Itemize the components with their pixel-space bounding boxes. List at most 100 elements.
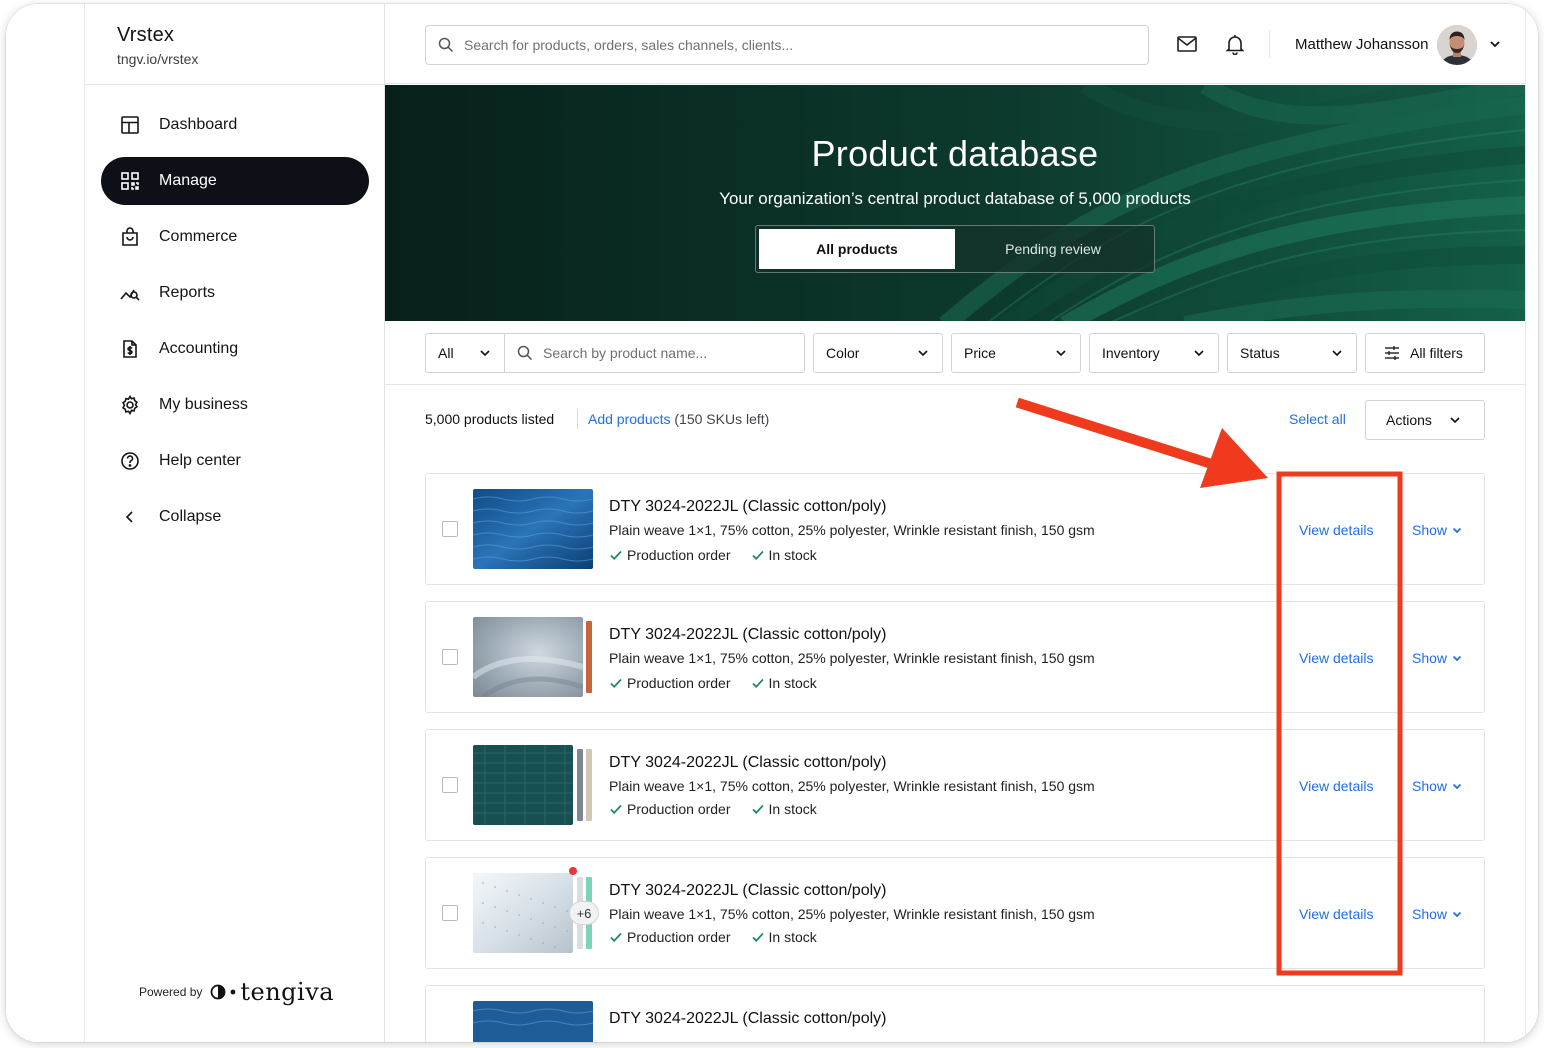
row-checkbox[interactable] <box>442 777 458 793</box>
list-header: 5,000 products listed Add products (150 … <box>385 385 1525 453</box>
topbar-separator <box>1269 30 1270 58</box>
sidebar-item-commerce[interactable]: Commerce <box>101 213 369 261</box>
tag-production-order: Production order <box>609 675 731 691</box>
scope-select[interactable]: All <box>425 333 505 373</box>
skus-left: (150 SKUs left) <box>674 411 770 427</box>
mail-icon[interactable] <box>1175 32 1199 56</box>
sidebar-item-dashboard[interactable]: Dashboard <box>101 101 369 149</box>
hero-banner: Product database Your organization’s cen… <box>385 85 1525 321</box>
more-variants-badge[interactable]: +6 <box>569 901 599 925</box>
sidebar-item-label: My business <box>159 396 248 413</box>
product-thumbnail[interactable] <box>473 489 593 569</box>
view-details-link[interactable]: View details <box>1299 906 1373 922</box>
show-dropdown[interactable]: Show <box>1412 906 1463 922</box>
select-all-link[interactable]: Select all <box>1289 411 1346 427</box>
sidebar-item-label: Reports <box>159 284 216 301</box>
view-details-link[interactable]: View details <box>1299 522 1373 538</box>
tag-label: In stock <box>768 929 817 945</box>
dollar-document-icon <box>119 338 141 360</box>
chevron-down-icon <box>1450 417 1460 424</box>
chevron-down-icon <box>1332 350 1342 357</box>
global-search[interactable] <box>425 25 1149 65</box>
product-title[interactable]: DTY 3024-2022JL (Classic cotton/poly) <box>609 626 886 644</box>
user-name[interactable]: Matthew Johansson <box>1295 36 1428 53</box>
sidebar-item-help-center[interactable]: Help center <box>101 437 369 485</box>
product-list: DTY 3024-2022JL (Classic cotton/poly) Pl… <box>385 453 1525 1042</box>
product-thumbnail[interactable] <box>473 617 593 697</box>
product-title[interactable]: DTY 3024-2022JL (Classic cotton/poly) <box>609 882 886 900</box>
product-row: DTY 3024-2022JL (Classic cotton/poly) Pl… <box>425 601 1485 713</box>
view-details-link[interactable]: View details <box>1299 778 1373 794</box>
grid-icon <box>119 170 141 192</box>
fabric-swatch-image <box>473 489 593 569</box>
product-row: DTY 3024-2022JL (Classic cotton/poly) Pl… <box>425 729 1485 841</box>
tengiva-logo-mark <box>210 984 236 1000</box>
add-products-link[interactable]: Add products <box>588 411 671 427</box>
tab-all-products[interactable]: All products <box>759 229 955 269</box>
actions-dropdown[interactable]: Actions <box>1365 400 1485 440</box>
row-checkbox[interactable] <box>442 521 458 537</box>
tengiva-logo: tengiva <box>210 978 334 1006</box>
sidebar-item-reports[interactable]: Reports <box>101 269 369 317</box>
show-dropdown[interactable]: Show <box>1412 522 1463 538</box>
show-dropdown[interactable]: Show <box>1412 650 1463 666</box>
chevron-down-icon <box>1452 911 1462 918</box>
color-filter[interactable]: Color <box>813 333 943 373</box>
sidebar-item-collapse[interactable]: Collapse <box>101 493 369 541</box>
product-title[interactable]: DTY 3024-2022JL (Classic cotton/poly) <box>609 754 886 772</box>
product-title[interactable]: DTY 3024-2022JL (Classic cotton/poly) <box>609 498 886 516</box>
tag-label: Production order <box>627 801 731 817</box>
tag-label: In stock <box>768 547 817 563</box>
chart-icon <box>119 282 141 304</box>
show-label: Show <box>1412 778 1448 794</box>
topbar: Matthew Johansson <box>385 4 1525 84</box>
sidebar: Vrstex tngv.io/vrstex Dashboard Manage C… <box>85 4 385 1042</box>
product-search[interactable] <box>504 333 805 373</box>
row-checkbox[interactable] <box>442 649 458 665</box>
product-row: +6 DTY 3024-2022JL (Classic cotton/poly)… <box>425 857 1485 969</box>
bell-icon[interactable] <box>1223 32 1247 56</box>
product-description: Plain weave 1×1, 75% cotton, 25% polyest… <box>609 906 1095 922</box>
tag-label: In stock <box>768 675 817 691</box>
sidebar-item-accounting[interactable]: Accounting <box>101 325 369 373</box>
brand-url: tngv.io/vrstex <box>117 51 199 67</box>
product-count: 5,000 products listed <box>425 411 555 427</box>
status-filter[interactable]: Status <box>1227 333 1357 373</box>
inventory-filter[interactable]: Inventory <box>1089 333 1219 373</box>
brand-name: Vrstex <box>117 24 175 46</box>
scope-select-value: All <box>438 345 454 361</box>
tengiva-logo-word: tengiva <box>240 978 335 1006</box>
product-thumbnail[interactable] <box>473 745 593 825</box>
product-thumbnail[interactable] <box>473 1001 593 1042</box>
product-search-input[interactable] <box>543 345 783 361</box>
tab-pending-review[interactable]: Pending review <box>955 229 1151 269</box>
chevron-down-icon <box>480 350 490 357</box>
sidebar-item-label: Collapse <box>159 508 222 525</box>
product-row: DTY 3024-2022JL (Classic cotton/poly) <box>425 985 1485 1042</box>
tag-label: Production order <box>627 547 731 563</box>
price-filter[interactable]: Price <box>951 333 1081 373</box>
product-thumbnail[interactable]: +6 <box>473 867 599 953</box>
check-icon <box>610 932 622 942</box>
notification-dot <box>569 867 577 875</box>
product-title[interactable]: DTY 3024-2022JL (Classic cotton/poly) <box>609 1010 886 1028</box>
product-tags: Production order In stock <box>609 929 837 945</box>
color-variant-strip <box>577 749 583 821</box>
avatar-image <box>1437 25 1477 65</box>
sidebar-item-my-business[interactable]: My business <box>101 381 369 429</box>
global-search-input[interactable] <box>464 37 1104 53</box>
avatar[interactable] <box>1437 25 1477 65</box>
show-dropdown[interactable]: Show <box>1412 778 1463 794</box>
row-checkbox[interactable] <box>442 905 458 921</box>
tag-production-order: Production order <box>609 929 731 945</box>
check-icon <box>751 550 764 560</box>
user-menu-chevron-icon[interactable] <box>1485 34 1505 54</box>
all-filters-button[interactable]: All filters <box>1365 333 1485 373</box>
sliders-icon <box>1385 346 1399 360</box>
sidebar-item-manage[interactable]: Manage <box>101 157 369 205</box>
view-details-link[interactable]: View details <box>1299 650 1373 666</box>
tag-label: Production order <box>627 929 731 945</box>
chevron-down-icon <box>1452 783 1462 790</box>
filter-bar: All Color Price Inventory Status All f <box>385 321 1525 385</box>
app-window: Vrstex tngv.io/vrstex Dashboard Manage C… <box>6 4 1538 1042</box>
